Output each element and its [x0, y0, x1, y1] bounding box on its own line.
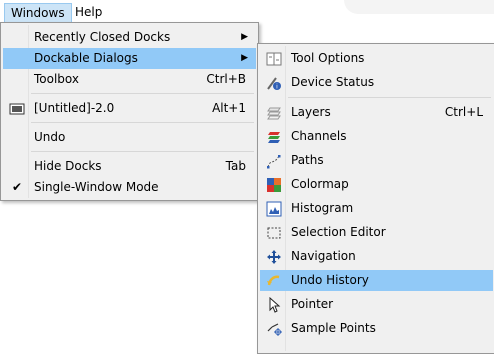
image-window-icon: [9, 103, 25, 115]
menu-item-single-window-mode[interactable]: ✔ Single-Window Mode: [3, 177, 256, 198]
menu-item-label: Sample Points: [291, 321, 376, 335]
menu-help-label: Help: [75, 5, 103, 19]
menu-item-recently-closed-docks[interactable]: Recently Closed Docks ▶: [3, 27, 256, 48]
shortcut-label: Tab: [225, 159, 246, 173]
menu-item-label: Navigation: [291, 249, 356, 263]
menu-item-untitled-image[interactable]: [Untitled]-2.0 Alt+1: [3, 98, 256, 119]
menu-item-label: Tool Options: [291, 51, 365, 65]
menu-item-label: Recently Closed Docks: [34, 30, 171, 44]
menu-item-device-status[interactable]: i Device Status: [260, 72, 493, 93]
menu-separator: [31, 93, 254, 94]
menu-item-undo[interactable]: Undo: [3, 127, 256, 148]
navigation-icon: [267, 250, 281, 264]
menu-item-sample-points[interactable]: Sample Points: [260, 318, 493, 339]
menu-item-tool-options[interactable]: Tool Options: [260, 48, 493, 69]
menu-windows-label: Windows: [11, 6, 65, 20]
menu-item-label: Hide Docks: [34, 159, 102, 173]
menu-item-selection-editor[interactable]: Selection Editor: [260, 222, 493, 243]
paths-icon: [267, 155, 281, 169]
menu-item-pointer[interactable]: Pointer: [260, 294, 493, 315]
menu-windows[interactable]: Windows: [4, 3, 72, 23]
menu-item-navigation[interactable]: Navigation: [260, 246, 493, 267]
menu-item-label: Selection Editor: [291, 225, 386, 239]
tool-options-icon: [266, 52, 282, 66]
menu-item-layers[interactable]: Layers Ctrl+L: [260, 102, 493, 123]
window-corner-decoration: [344, 0, 494, 14]
menubar: Windows Help: [0, 0, 494, 23]
menu-item-colormap[interactable]: Colormap: [260, 174, 493, 195]
submenu-arrow-icon: ▶: [241, 53, 248, 63]
menu-item-dockable-dialogs[interactable]: Dockable Dialogs ▶: [3, 48, 256, 69]
menu-help[interactable]: Help: [69, 3, 108, 21]
channels-icon: [268, 132, 280, 143]
menu-item-channels[interactable]: Channels: [260, 126, 493, 147]
shortcut-label: Ctrl+L: [444, 105, 483, 119]
sample-points-icon: [267, 323, 282, 336]
menu-item-label: Layers: [291, 105, 331, 119]
layers-icon: [267, 107, 281, 120]
shortcut-label: Alt+1: [212, 101, 246, 115]
menu-item-label: [Untitled]-2.0: [34, 101, 115, 115]
pointer-icon: [269, 297, 281, 313]
menu-item-label: Device Status: [291, 75, 375, 89]
menu-item-label: Dockable Dialogs: [34, 51, 138, 65]
menu-item-histogram[interactable]: Histogram: [260, 198, 493, 219]
menu-item-label: Pointer: [291, 297, 334, 311]
undo-history-icon: [267, 275, 280, 286]
windows-menu: Recently Closed Docks ▶ Dockable Dialogs…: [0, 22, 259, 201]
menu-item-label: Single-Window Mode: [34, 180, 159, 194]
menu-separator: [31, 151, 254, 152]
menu-item-hide-docks[interactable]: Hide Docks Tab: [3, 156, 256, 177]
submenu-arrow-icon: ▶: [241, 32, 248, 42]
menu-item-toolbox[interactable]: Toolbox Ctrl+B: [3, 69, 256, 90]
dockable-dialogs-submenu: Tool Options i Device Status Layers Ctrl…: [257, 43, 494, 354]
colormap-icon: [267, 178, 281, 192]
menu-item-label: Colormap: [291, 177, 349, 191]
menu-item-undo-history[interactable]: Undo History: [260, 270, 493, 291]
device-status-icon: i: [267, 77, 281, 91]
menu-item-label: Undo: [34, 130, 66, 144]
shortcut-label: Ctrl+B: [206, 72, 246, 86]
menu-separator: [31, 122, 254, 123]
menu-item-label: Channels: [291, 129, 347, 143]
checkmark-icon: ✔: [12, 180, 23, 194]
menu-item-paths[interactable]: Paths: [260, 150, 493, 171]
menu-item-label: Toolbox: [34, 72, 79, 86]
selection-editor-icon: [267, 227, 281, 239]
menu-item-label: Paths: [291, 153, 324, 167]
menu-separator: [288, 97, 491, 98]
menu-item-label: Histogram: [291, 201, 354, 215]
menu-item-label: Undo History: [291, 273, 369, 287]
histogram-icon: [266, 201, 282, 217]
